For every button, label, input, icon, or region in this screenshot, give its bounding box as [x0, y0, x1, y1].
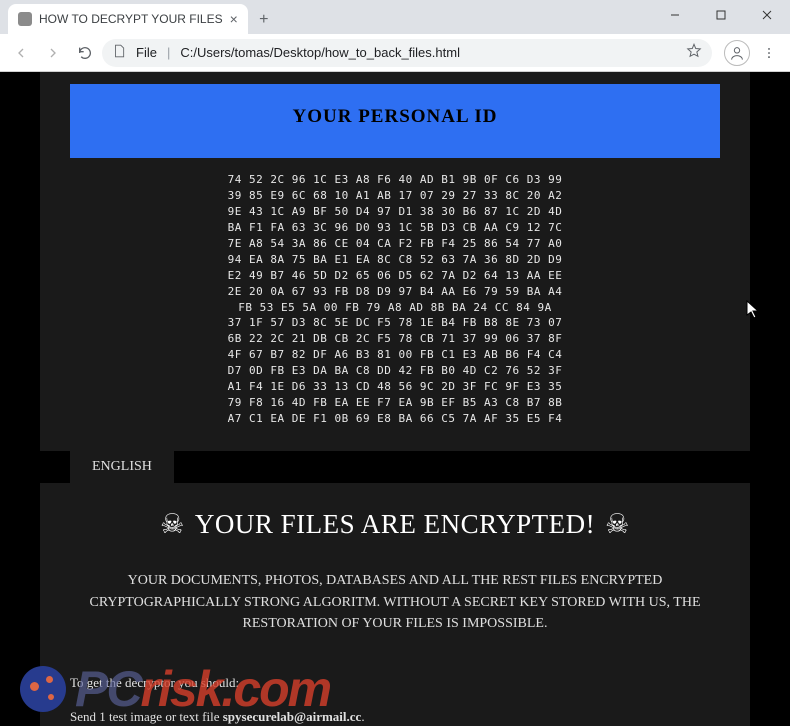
- bookmark-star-icon[interactable]: [686, 43, 702, 62]
- encrypted-subhead: YOUR DOCUMENTS, PHOTOS, DATABASES AND AL…: [70, 558, 720, 665]
- url-separator: |: [167, 45, 170, 60]
- headline-text: YOUR FILES ARE ENCRYPTED!: [195, 509, 595, 540]
- close-tab-icon[interactable]: ×: [230, 11, 238, 27]
- reload-button[interactable]: [70, 38, 100, 68]
- back-button[interactable]: [6, 38, 36, 68]
- profile-avatar-icon[interactable]: [724, 40, 750, 66]
- personal-id-banner: YOUR PERSONAL ID: [70, 84, 720, 158]
- page-viewport[interactable]: YOUR PERSONAL ID 74 52 2C 96 1C E3 A8 F6…: [0, 72, 790, 726]
- tab-favicon: [18, 12, 32, 26]
- skull-crossbones-icon: ☠: [160, 509, 185, 540]
- minimize-button[interactable]: [652, 0, 698, 30]
- close-window-button[interactable]: [744, 0, 790, 30]
- encrypted-headline: ☠ YOUR FILES ARE ENCRYPTED! ☠: [70, 483, 720, 558]
- instructions-intro: To get the decryptor you should:: [70, 675, 720, 691]
- url-path: C:/Users/tomas/Desktop/how_to_back_files…: [180, 45, 460, 60]
- new-tab-button[interactable]: +: [252, 8, 276, 32]
- menu-icon[interactable]: [754, 38, 784, 68]
- language-tab-english[interactable]: ENGLISH: [70, 451, 174, 483]
- file-icon: [112, 44, 126, 61]
- contact-email: spysecurelab@airmail.cc: [223, 709, 362, 724]
- maximize-button[interactable]: [698, 0, 744, 30]
- skull-crossbones-icon: ☠: [605, 509, 630, 540]
- browser-tab[interactable]: HOW TO DECRYPT YOUR FILES ×: [8, 4, 248, 34]
- url-kind: File: [136, 45, 157, 60]
- instruction-line-1: Send 1 test image or text file spysecure…: [70, 709, 720, 725]
- forward-button[interactable]: [38, 38, 68, 68]
- tab-title: HOW TO DECRYPT YOUR FILES: [39, 12, 223, 26]
- instructions: To get the decryptor you should: Send 1 …: [70, 665, 720, 726]
- address-bar[interactable]: File | C:/Users/tomas/Desktop/how_to_bac…: [102, 39, 712, 67]
- personal-id-hex: 74 52 2C 96 1C E3 A8 F6 40 AD B1 9B 0F C…: [70, 158, 720, 449]
